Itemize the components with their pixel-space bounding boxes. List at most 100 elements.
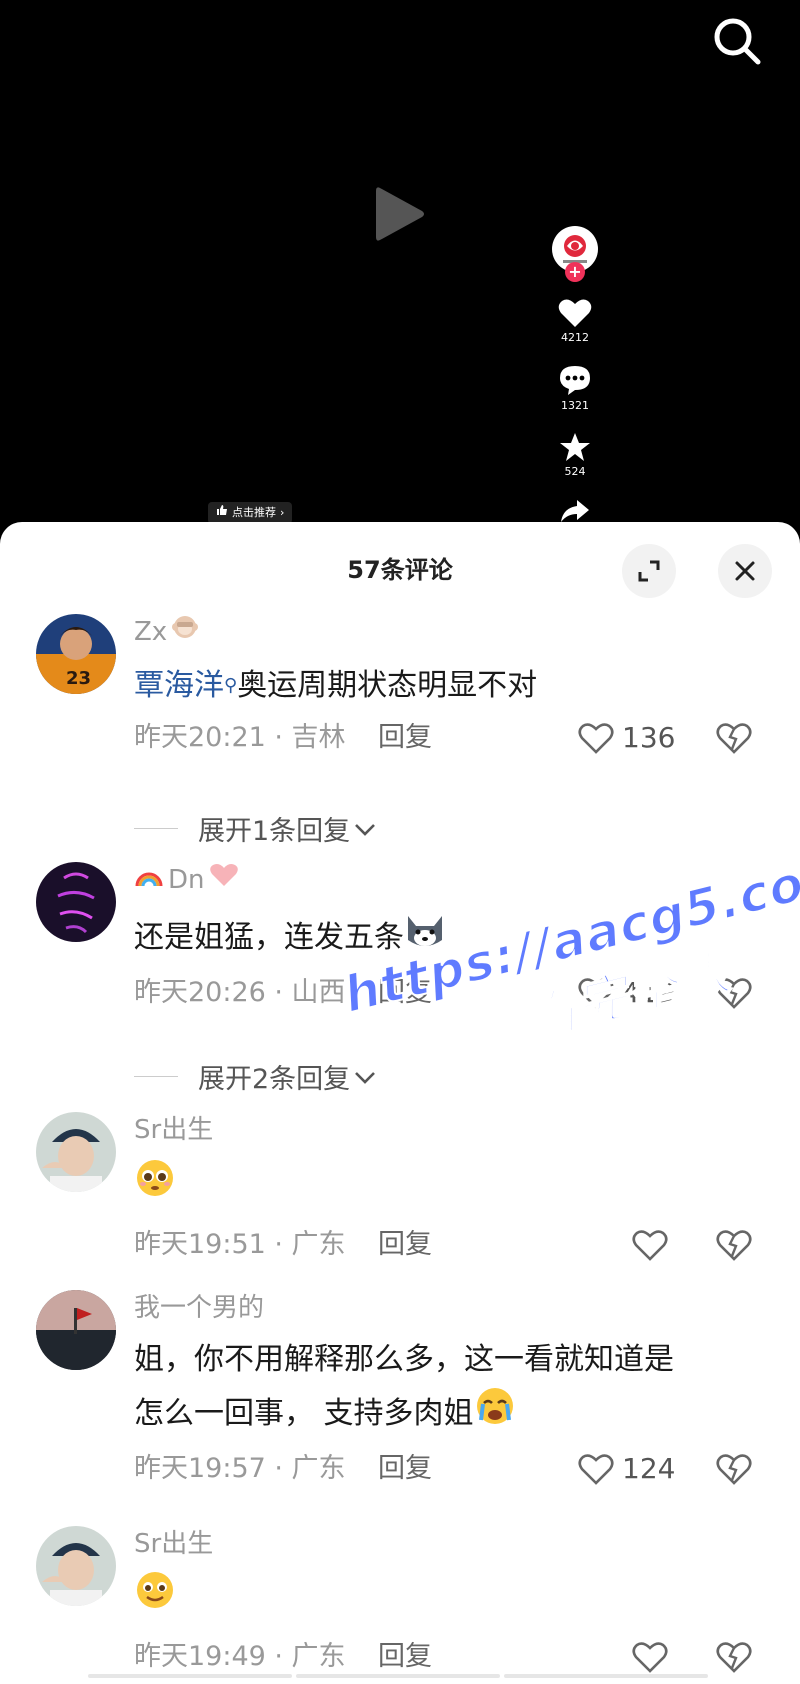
mention-link[interactable]: 覃海洋 <box>134 668 224 703</box>
play-icon[interactable] <box>372 182 428 246</box>
comment-username[interactable]: Sr出生 <box>134 1526 770 1562</box>
comment-like-button[interactable]: 419 <box>578 971 675 1015</box>
comment-like-count: 124 <box>622 1452 676 1485</box>
heart-outline-icon <box>578 723 614 754</box>
monkey-emoji-icon <box>171 614 199 650</box>
favorite-count: 524 <box>564 465 586 478</box>
reply-button[interactable]: 回复 <box>378 1223 432 1267</box>
expand-replies[interactable]: 展开1条回复 <box>134 808 376 848</box>
rainbow-emoji-icon <box>134 862 164 898</box>
comment-meta: 昨天20:21 · 吉林 回复 136 <box>134 716 770 760</box>
comment-text-line: 怎么一回事， 支持多肉姐 <box>134 1396 474 1431</box>
video-side-actions: + 4212 1321 524 <box>545 226 605 524</box>
comment-count-title: 57条评论 <box>347 556 453 584</box>
username-text: Zx <box>134 617 168 647</box>
avatar[interactable] <box>36 1526 116 1606</box>
heart-outline-icon <box>632 1642 668 1673</box>
comment-meta: 昨天19:51 · 广东 回复 <box>134 1223 770 1267</box>
recommend-tag[interactable]: 点击推荐 › <box>208 502 293 524</box>
search-icon[interactable] <box>710 14 764 68</box>
expand-divider <box>134 827 178 829</box>
chevron-right-icon: › <box>280 506 285 519</box>
comment-like-button[interactable] <box>632 1223 668 1267</box>
username-text: 我一个男的 <box>134 1293 265 1323</box>
thumbs-up-icon <box>216 502 228 524</box>
comment-time-location: 昨天20:21 · 吉林 <box>134 722 346 753</box>
comment-text <box>134 1158 770 1215</box>
comment-like-button[interactable] <box>632 1635 668 1679</box>
chevron-down-icon <box>354 1061 376 1092</box>
favorite-action[interactable]: 524 <box>559 432 591 478</box>
comment-username[interactable]: Zx <box>134 614 770 650</box>
heart-outline-icon <box>578 1454 614 1485</box>
broken-heart-icon[interactable] <box>716 977 752 1023</box>
broken-heart-icon[interactable] <box>716 1641 752 1684</box>
username-text: Sr出生 <box>134 1115 214 1145</box>
comment-text <box>134 1570 770 1627</box>
username-text: Sr出生 <box>134 1529 214 1559</box>
expand-replies-label: 展开1条回复 <box>198 815 351 847</box>
like-action[interactable]: 4212 <box>558 298 592 344</box>
comment-time-location: 昨天20:26 · 山西 <box>134 977 346 1008</box>
expand-sheet-button[interactable] <box>622 544 676 598</box>
avatar[interactable] <box>36 1290 116 1370</box>
heart-icon <box>558 299 592 327</box>
reply-button[interactable]: 回复 <box>378 1635 432 1679</box>
share-icon <box>561 500 589 522</box>
broken-heart-icon[interactable] <box>716 1229 752 1275</box>
reply-button[interactable]: 回复 <box>378 1447 432 1491</box>
expand-icon <box>638 560 660 582</box>
comment-time-location: 昨天19:49 · 广东 <box>134 1641 346 1672</box>
comment-text: 还是姐猛，连发五条 <box>134 910 770 967</box>
comment-username[interactable]: Dn <box>134 862 770 898</box>
comment-text-line: 姐，你不用解释那么多，这一看就知道是 <box>134 1342 674 1377</box>
expand-replies[interactable]: 展开2条回复 <box>134 1056 376 1096</box>
comment-text-body: 奥运周期状态明显不对 <box>237 668 538 703</box>
comment-text-body: 还是姐猛，连发五条 <box>134 920 404 955</box>
comment-like-button[interactable]: 136 <box>578 716 675 760</box>
crying-face-emoji-icon <box>474 1386 516 1443</box>
comment-username[interactable]: 我一个男的 <box>134 1290 770 1326</box>
avatar[interactable] <box>36 1112 116 1192</box>
husky-emoji-icon <box>404 910 446 967</box>
broken-heart-icon[interactable] <box>716 722 752 768</box>
comment-like-count: 136 <box>622 721 676 754</box>
comment-username[interactable]: Sr出生 <box>134 1112 770 1148</box>
close-icon <box>735 561 755 581</box>
comment-time-location: 昨天19:51 · 广东 <box>134 1229 346 1260</box>
comment-meta: 昨天19:49 · 广东 回复 <box>134 1635 770 1679</box>
video-player[interactable]: + 4212 1321 524 点击推荐 › <box>0 0 800 540</box>
star-icon <box>560 433 590 461</box>
comment-meta: 昨天20:26 · 山西 回复 419 <box>134 971 770 1015</box>
mention-search-icon: ⚲ <box>224 675 238 696</box>
expand-divider <box>134 1075 178 1077</box>
username-text: Dn <box>168 865 205 895</box>
close-button[interactable] <box>718 544 772 598</box>
comment-text: 覃海洋⚲奥运周期状态明显不对 <box>134 660 770 712</box>
svg-text:23: 23 <box>66 668 91 689</box>
reply-button[interactable]: 回复 <box>378 716 432 760</box>
pleading-face-emoji-icon <box>134 1158 176 1215</box>
chevron-down-icon <box>354 813 376 844</box>
comment-sheet: 57条评论 23 Zx 覃海洋⚲奥运周期状态明显不对 昨天20:21 · 吉林 … <box>0 522 800 1684</box>
comment-meta: 昨天19:57 · 广东 回复 124 <box>134 1447 770 1491</box>
broken-heart-icon[interactable] <box>716 1453 752 1499</box>
expand-replies-label: 展开2条回复 <box>198 1063 351 1095</box>
share-action[interactable] <box>559 498 591 524</box>
comment-count: 1321 <box>561 399 589 412</box>
author-avatar[interactable]: + <box>552 226 598 282</box>
like-count: 4212 <box>561 331 589 344</box>
comment-like-button[interactable]: 124 <box>578 1447 675 1491</box>
bottom-indicator <box>88 1674 708 1678</box>
comment-like-count: 419 <box>622 976 676 1009</box>
reply-button[interactable]: 回复 <box>378 971 432 1015</box>
heart-emoji-icon <box>209 862 239 898</box>
comment-action[interactable]: 1321 <box>558 364 592 412</box>
follow-plus-icon[interactable]: + <box>565 262 585 282</box>
comment-time-location: 昨天19:57 · 广东 <box>134 1453 346 1484</box>
avatar[interactable]: 23 <box>36 614 116 694</box>
heart-outline-icon <box>632 1230 668 1261</box>
avatar[interactable] <box>36 862 116 942</box>
comment-text: 姐，你不用解释那么多，这一看就知道是 怎么一回事， 支持多肉姐 <box>134 1334 770 1443</box>
recommend-label: 点击推荐 <box>232 506 276 519</box>
